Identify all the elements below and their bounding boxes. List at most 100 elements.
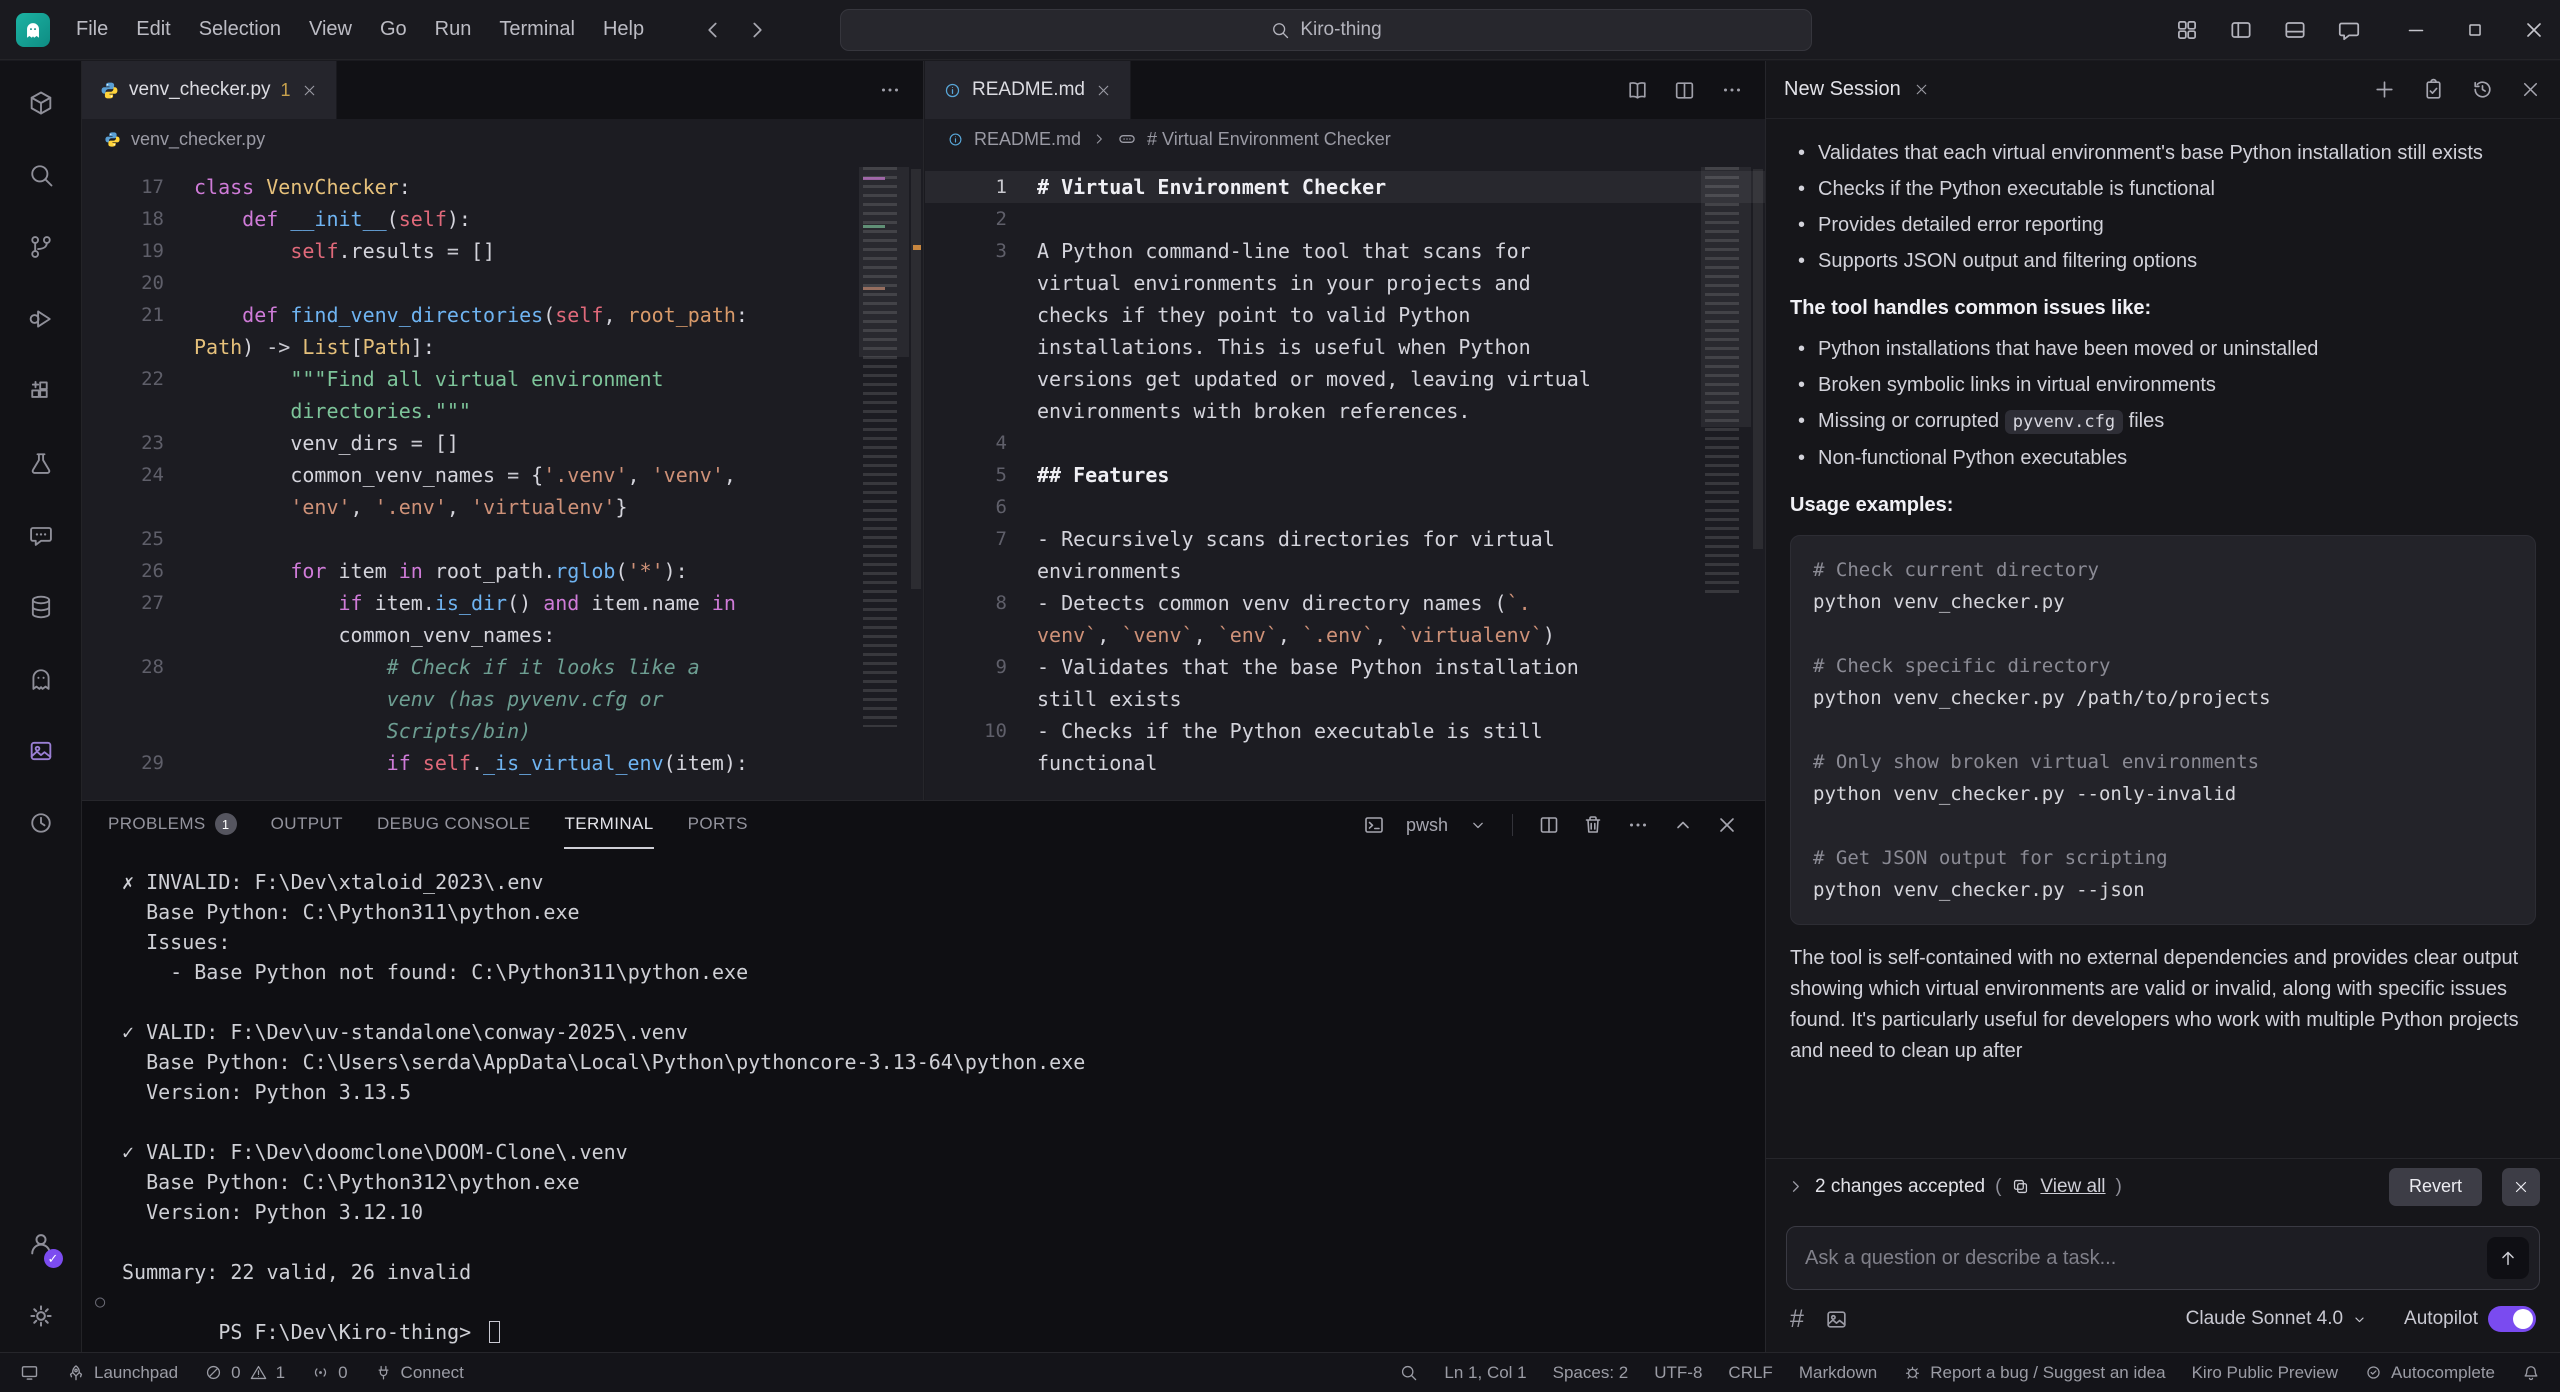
connect-item[interactable]: Connect <box>361 1353 477 1392</box>
model-selector[interactable]: Claude Sonnet 4.0 <box>2186 1308 2368 1330</box>
more-actions-icon[interactable] <box>1625 812 1651 838</box>
back-icon[interactable] <box>700 17 726 43</box>
menu-selection[interactable]: Selection <box>185 10 295 49</box>
tab-problems[interactable]: PROBLEMS 1 <box>108 801 237 849</box>
close-icon[interactable] <box>2522 18 2546 42</box>
database-icon[interactable] <box>17 583 65 631</box>
menu-view[interactable]: View <box>295 10 366 49</box>
tab-ports[interactable]: PORTS <box>688 801 748 849</box>
search-icon <box>1270 20 1290 40</box>
menu-file[interactable]: File <box>62 10 122 49</box>
split-terminal-icon[interactable] <box>1537 813 1561 837</box>
split-editor-icon[interactable] <box>1672 78 1697 103</box>
notifications-item[interactable] <box>2508 1353 2554 1392</box>
search-view-icon[interactable] <box>17 151 65 199</box>
dismiss-changes-button[interactable] <box>2502 1168 2540 1206</box>
breadcrumb[interactable]: venv_checker.py <box>82 119 923 159</box>
run-debug-icon[interactable] <box>17 295 65 343</box>
maximize-icon[interactable] <box>2464 19 2486 41</box>
minimap[interactable] <box>1705 167 1749 597</box>
menu-edit[interactable]: Edit <box>122 10 184 49</box>
close-chat-icon[interactable] <box>2519 78 2542 101</box>
tab-output[interactable]: OUTPUT <box>271 801 343 849</box>
launchpad-item[interactable]: Launchpad <box>53 1353 191 1392</box>
attach-image-icon[interactable] <box>1824 1307 1849 1332</box>
minimize-icon[interactable] <box>2404 18 2428 42</box>
task-list-icon[interactable] <box>2421 77 2446 102</box>
ports-indicator[interactable]: 0 <box>298 1353 360 1392</box>
markdown-preview-icon[interactable] <box>1625 78 1650 103</box>
breadcrumb-symbol[interactable]: # Virtual Environment Checker <box>1147 129 1391 150</box>
tab-terminal[interactable]: TERMINAL <box>564 801 653 849</box>
chat-input[interactable] <box>1805 1247 2477 1270</box>
spec-cube-icon[interactable] <box>17 79 65 127</box>
language-mode[interactable]: Markdown <box>1786 1353 1890 1392</box>
testing-beaker-icon[interactable] <box>17 439 65 487</box>
breadcrumb[interactable]: README.md # Virtual Environment Checker <box>925 119 1765 159</box>
tab-debug-console[interactable]: DEBUG CONSOLE <box>377 801 531 849</box>
send-button[interactable] <box>2487 1237 2529 1279</box>
menu-go[interactable]: Go <box>366 10 421 49</box>
media-view-icon[interactable] <box>17 727 65 775</box>
history-icon[interactable] <box>2470 77 2495 102</box>
terminal[interactable]: ✗ INVALID: F:\Dev\xtaloid_2023\.env Base… <box>82 849 1765 1377</box>
tab-venv-checker[interactable]: venv_checker.py 1 <box>82 61 337 119</box>
chevron-right-icon[interactable] <box>1786 1177 1805 1196</box>
feedback-item[interactable]: Report a bug / Suggest an idea <box>1890 1353 2178 1392</box>
menu-run[interactable]: Run <box>421 10 486 49</box>
extensions-icon[interactable] <box>17 367 65 415</box>
settings-gear-icon[interactable] <box>17 1292 65 1340</box>
chat-session-tab[interactable]: New Session <box>1784 78 1930 101</box>
more-actions-icon[interactable] <box>877 77 903 103</box>
close-panel-icon[interactable] <box>1715 813 1739 837</box>
code-block-line: # Only show broken virtual environments <box>1813 746 2513 778</box>
source-control-icon[interactable] <box>17 223 65 271</box>
code-editor[interactable]: 1# Virtual Environment Checker2 3A Pytho… <box>925 159 1765 800</box>
tab-close-icon[interactable] <box>1095 82 1112 99</box>
close-session-icon[interactable] <box>1913 81 1930 98</box>
remote-indicator[interactable] <box>6 1353 53 1392</box>
tab-readme[interactable]: README.md <box>925 61 1131 119</box>
indentation[interactable]: Spaces: 2 <box>1540 1353 1642 1392</box>
new-session-icon[interactable] <box>2372 77 2397 102</box>
shell-label[interactable]: pwsh <box>1406 815 1448 836</box>
breadcrumb-file[interactable]: README.md <box>974 129 1081 150</box>
account-icon[interactable]: ✓ <box>17 1220 65 1268</box>
command-center-search[interactable]: Kiro-thing <box>840 9 1812 51</box>
kiro-ghost-icon[interactable] <box>17 655 65 703</box>
zoom-indicator[interactable] <box>1386 1353 1431 1392</box>
maximize-panel-icon[interactable] <box>1671 813 1695 837</box>
chat-view-icon[interactable] <box>17 511 65 559</box>
tab-close-icon[interactable] <box>301 82 318 99</box>
forward-icon[interactable] <box>744 17 770 43</box>
layout-grid-icon[interactable] <box>2174 17 2200 43</box>
scrollbar[interactable] <box>909 159 923 800</box>
code-line: 29 if self._is_virtual_env(item): <box>82 747 923 779</box>
toggle-sidebar-icon[interactable] <box>2228 17 2254 43</box>
eol-indicator[interactable]: CRLF <box>1715 1353 1785 1392</box>
chat-toggle-icon[interactable] <box>2336 17 2362 43</box>
encoding[interactable]: UTF-8 <box>1641 1353 1715 1392</box>
more-actions-icon[interactable] <box>1719 77 1745 103</box>
chevron-down-icon[interactable] <box>1468 815 1488 835</box>
context-hash-icon[interactable]: # <box>1790 1305 1804 1334</box>
minimap[interactable] <box>863 167 907 727</box>
kiro-preview-item[interactable]: Kiro Public Preview <box>2179 1353 2351 1392</box>
revert-button[interactable]: Revert <box>2389 1168 2482 1206</box>
code-editor[interactable]: 17class VenvChecker:18 def __init__(self… <box>82 159 923 800</box>
activity-bar: ✓ <box>0 61 82 1352</box>
history-view-icon[interactable] <box>17 799 65 847</box>
scrollbar[interactable] <box>1751 159 1765 800</box>
menu-help[interactable]: Help <box>589 10 658 49</box>
kill-terminal-icon[interactable] <box>1581 813 1605 837</box>
view-all-link[interactable]: View all <box>2040 1176 2105 1198</box>
cursor-position[interactable]: Ln 1, Col 1 <box>1431 1353 1539 1392</box>
problems-indicator[interactable]: 0 1 <box>191 1353 298 1392</box>
menu-terminal[interactable]: Terminal <box>485 10 589 49</box>
autopilot-toggle[interactable] <box>2488 1306 2536 1332</box>
toggle-panel-icon[interactable] <box>2282 17 2308 43</box>
autocomplete-item[interactable]: Autocomplete <box>2351 1353 2508 1392</box>
breadcrumb-file[interactable]: venv_checker.py <box>131 129 265 150</box>
code-line: 23 venv_dirs = [] <box>82 427 923 459</box>
panel-tabs: PROBLEMS 1 OUTPUT DEBUG CONSOLE TERMINAL… <box>82 801 1765 849</box>
